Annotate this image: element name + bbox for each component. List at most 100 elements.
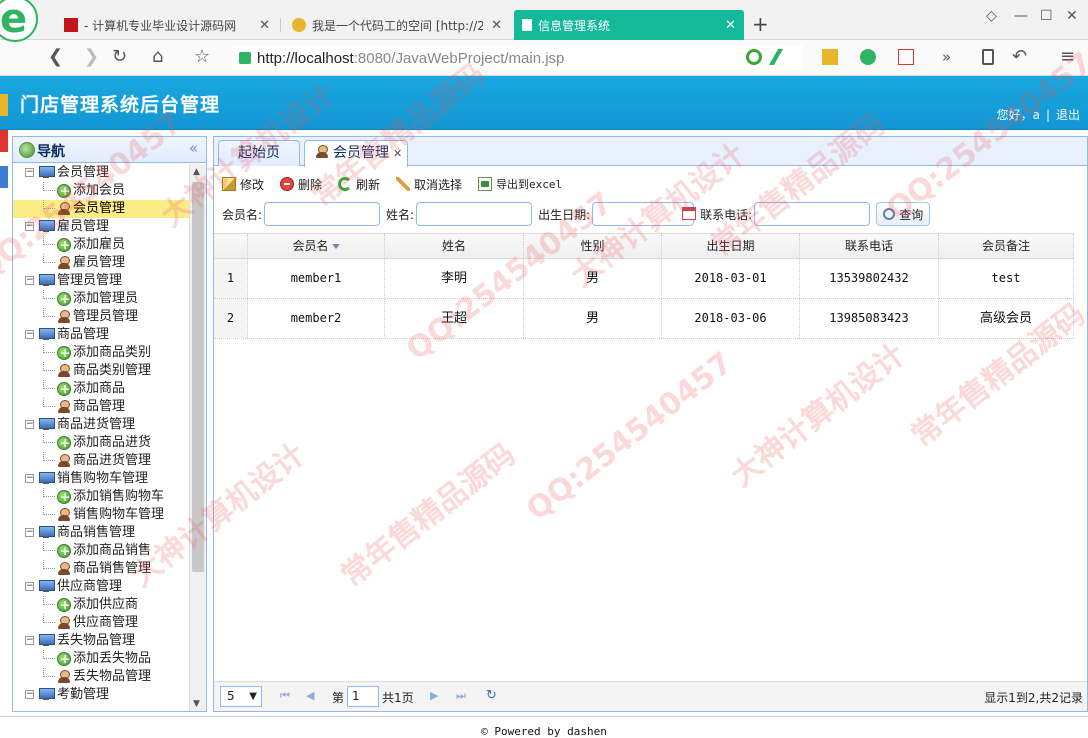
scroll-up-icon[interactable]: ▲ — [193, 167, 200, 177]
tree-item[interactable]: 添加销售购物车 — [13, 488, 189, 506]
new-tab-icon[interactable]: + — [752, 12, 769, 36]
close-window-icon[interactable]: ✕ — [1066, 8, 1078, 24]
page-number-input[interactable]: 1 — [347, 686, 379, 707]
tree-item[interactable]: 添加商品进货 — [13, 434, 189, 452]
strip-icon[interactable] — [0, 130, 8, 152]
tab-member-management[interactable]: 会员管理 ✕ — [304, 140, 408, 167]
back-icon[interactable]: ❮ — [48, 46, 63, 67]
tab-close-icon[interactable]: ✕ — [491, 18, 502, 33]
tree-item[interactable]: 添加会员 — [13, 182, 189, 200]
reading-mode-icon[interactable] — [982, 49, 994, 65]
query-button[interactable]: 查询 — [876, 202, 931, 226]
browser-tab-1[interactable]: - 计算机专业毕业设计源码网 ✕ — [56, 10, 278, 40]
birth-date-input[interactable] — [592, 202, 695, 226]
collapse-toggle-icon[interactable]: − — [25, 222, 34, 231]
adblock-icon[interactable] — [898, 49, 914, 65]
tab-close-icon[interactable]: ✕ — [393, 147, 402, 160]
security-icon[interactable] — [860, 49, 876, 65]
tab-home[interactable]: 起始页 — [218, 140, 300, 166]
tree-item[interactable]: 商品进货管理 — [13, 452, 189, 470]
tree-item[interactable]: 添加商品类别 — [13, 344, 189, 362]
tree-item[interactable]: 管理员管理 — [13, 308, 189, 326]
scroll-down-icon[interactable]: ▼ — [193, 699, 200, 709]
tree-group[interactable]: − 丢失物品管理 — [13, 632, 189, 650]
speed-icon[interactable] — [746, 49, 762, 65]
forward-icon[interactable]: ❯ — [84, 46, 99, 67]
collapse-toggle-icon[interactable]: − — [25, 330, 34, 339]
calendar-icon[interactable] — [682, 207, 697, 220]
tree-group[interactable]: − 商品管理 — [13, 326, 189, 344]
tree-item[interactable]: 添加商品销售 — [13, 542, 189, 560]
undo-close-icon[interactable]: ↶ — [1012, 46, 1027, 67]
browser-tab-2[interactable]: 我是一个代码工的空间 [http://2 ✕ — [284, 10, 510, 40]
tree-item[interactable]: 雇员管理 — [13, 254, 189, 272]
skin-icon[interactable]: ◇ — [986, 8, 997, 24]
tree-group[interactable]: − 供应商管理 — [13, 578, 189, 596]
tab-close-icon[interactable]: ✕ — [725, 18, 736, 33]
refresh-button[interactable]: 刷新 — [338, 176, 380, 193]
home-icon[interactable]: ⌂ — [152, 46, 163, 67]
apps-icon[interactable] — [822, 49, 838, 65]
more-extensions-icon[interactable]: » — [942, 48, 951, 66]
reload-icon[interactable]: ↻ — [112, 46, 127, 67]
column-header-name[interactable]: 姓名 — [385, 234, 524, 258]
logout-link[interactable]: 退出 — [1056, 108, 1080, 122]
export-excel-button[interactable]: 导出到excel — [478, 176, 562, 192]
tree-group[interactable]: − 管理员管理 — [13, 272, 189, 290]
delete-button[interactable]: 删除 — [280, 176, 322, 193]
name-input[interactable] — [416, 202, 533, 226]
tree-item[interactable]: 供应商管理 — [13, 614, 189, 632]
collapse-toggle-icon[interactable]: − — [25, 276, 34, 285]
edit-button[interactable]: 修改 — [222, 176, 264, 193]
collapse-toggle-icon[interactable]: − — [25, 474, 34, 483]
tree-item[interactable]: 销售购物车管理 — [13, 506, 189, 524]
reload-page-icon[interactable]: ↻ — [486, 689, 498, 702]
tree-group[interactable]: − 会员管理 — [13, 164, 189, 182]
birth-date-picker[interactable] — [592, 202, 700, 226]
page-size-select[interactable]: 5 ▼ — [220, 686, 262, 707]
tree-item[interactable]: 商品类别管理 — [13, 362, 189, 380]
tree-group[interactable]: − 考勤管理 — [13, 686, 189, 704]
maximize-icon[interactable]: ☐ — [1040, 8, 1053, 24]
tree-item[interactable]: 添加丢失物品 — [13, 650, 189, 668]
collapse-toggle-icon[interactable]: − — [25, 528, 34, 537]
last-page-icon[interactable]: ⏭ — [456, 690, 468, 702]
next-page-icon[interactable]: ▶ — [430, 690, 442, 702]
sidebar-scrollbar[interactable]: ▲ ▼ — [189, 164, 206, 711]
browser-tab-active[interactable]: 信息管理系统 ✕ — [514, 10, 744, 40]
strip-icon[interactable] — [0, 166, 8, 188]
strip-icon[interactable] — [0, 94, 8, 116]
tree-group[interactable]: − 销售购物车管理 — [13, 470, 189, 488]
tree-item[interactable]: 丢失物品管理 — [13, 668, 189, 686]
column-header-phone[interactable]: 联系电话 — [800, 234, 939, 258]
tree-item[interactable]: 添加商品 — [13, 380, 189, 398]
collapse-sidebar-icon[interactable]: « — [189, 139, 198, 157]
tree-group[interactable]: − 商品进货管理 — [13, 416, 189, 434]
collapse-toggle-icon[interactable]: − — [25, 420, 34, 429]
tree-item[interactable]: 添加雇员 — [13, 236, 189, 254]
phone-input[interactable] — [754, 202, 871, 226]
lightning-icon[interactable] — [768, 49, 784, 65]
collapse-toggle-icon[interactable]: − — [25, 636, 34, 645]
tab-close-icon[interactable]: ✕ — [259, 18, 270, 33]
column-header-member[interactable]: 会员名 — [248, 234, 385, 258]
column-header-note[interactable]: 会员备注 — [939, 234, 1074, 258]
member-name-input[interactable] — [264, 202, 381, 226]
tree-item[interactable]: 商品销售管理 — [13, 560, 189, 578]
tree-group[interactable]: − 雇员管理 — [13, 218, 189, 236]
collapse-toggle-icon[interactable]: − — [25, 168, 34, 177]
table-row[interactable]: 2 member2 王超 男 2018-03-06 13985083423 高级… — [214, 299, 1074, 339]
table-row[interactable]: 1 member1 李明 男 2018-03-01 13539802432 te… — [214, 259, 1074, 299]
collapse-toggle-icon[interactable]: − — [25, 582, 34, 591]
minimize-icon[interactable]: — — [1014, 8, 1028, 24]
tree-item[interactable]: 添加供应商 — [13, 596, 189, 614]
column-header-birth[interactable]: 出生日期 — [662, 234, 800, 258]
tree-item[interactable]: 添加管理员 — [13, 290, 189, 308]
column-header-gender[interactable]: 性别 — [524, 234, 662, 258]
tree-item[interactable]: 会员管理 — [13, 200, 189, 218]
collapse-toggle-icon[interactable]: − — [25, 690, 34, 699]
deselect-button[interactable]: 取消选择 — [396, 176, 462, 193]
address-bar[interactable]: http://localhost:8080/JavaWebProject/mai… — [232, 45, 802, 71]
first-page-icon[interactable]: ⏮ — [280, 690, 292, 702]
bookmark-star-icon[interactable]: ☆ — [194, 46, 210, 67]
